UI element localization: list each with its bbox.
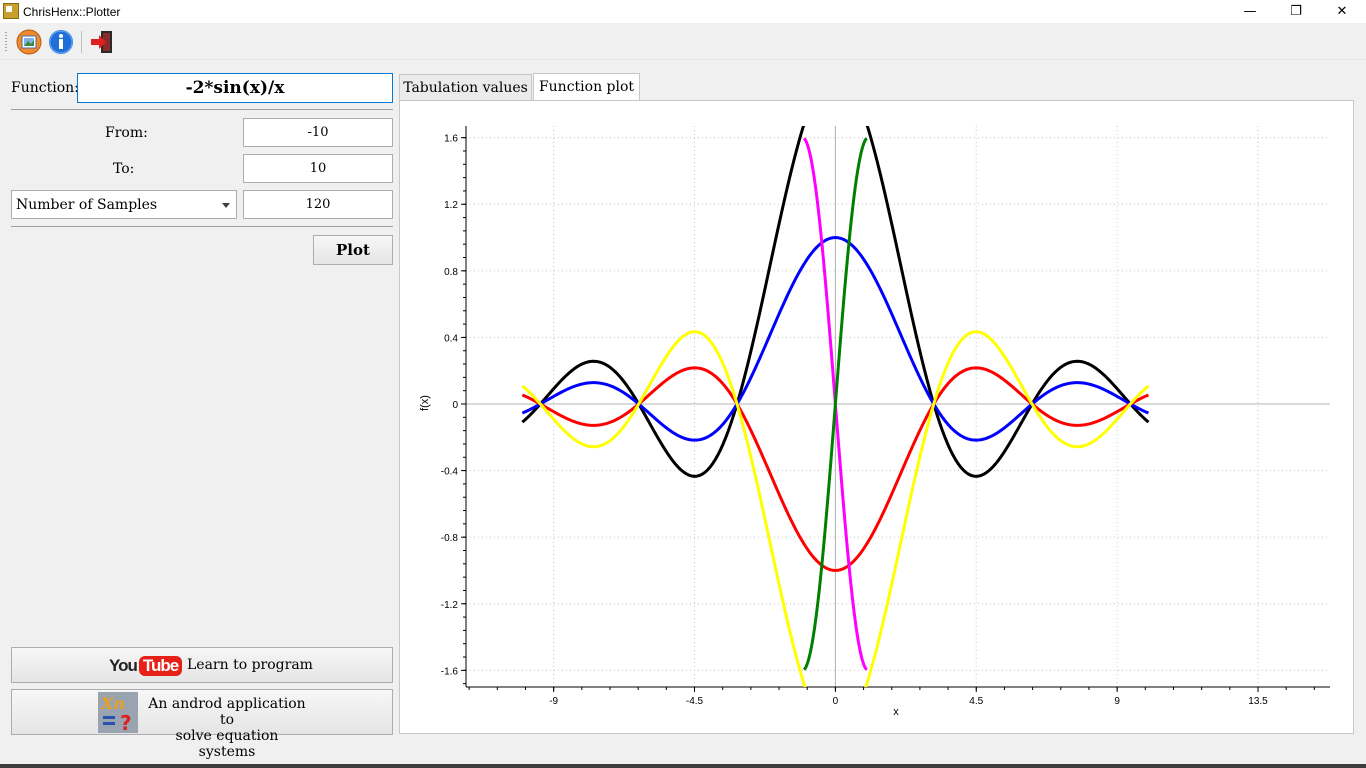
window-title: ChrisHenx::Plotter xyxy=(23,5,121,19)
android-app-label-line2: solve equation systems xyxy=(175,728,279,760)
x-tick-label: -9 xyxy=(549,696,558,707)
from-label: From: xyxy=(105,125,148,141)
y-tick-label: -0.8 xyxy=(441,533,459,544)
separator xyxy=(11,226,393,227)
tab-tabulation-values[interactable]: Tabulation values xyxy=(399,74,532,100)
taskbar-edge xyxy=(0,764,1366,768)
mode-select-value: Number of Samples xyxy=(16,196,158,213)
x-tick-label: -4.5 xyxy=(686,696,704,707)
y-tick-label: 0.4 xyxy=(444,333,458,344)
y-tick-label: 0.8 xyxy=(444,267,458,278)
function-input[interactable]: -2*sin(x)/x xyxy=(77,73,393,103)
function-plot-pane: -9 -4.5 0 4.5 9 13.5 1.6 1.2 0.8 0.4 0 -0.4 -0.8 -1.2… xyxy=(399,100,1354,734)
youtube-logo-icon: You Tube xyxy=(109,654,183,678)
y-tick-label: 1.2 xyxy=(444,200,458,211)
exit-icon[interactable] xyxy=(89,29,115,55)
minimize-button[interactable]: — xyxy=(1227,0,1273,23)
samples-input[interactable]: 120 xyxy=(243,190,393,219)
y-tick-label: -1.6 xyxy=(441,666,459,677)
youtube-logo-tube: Tube xyxy=(138,656,183,676)
toolbar-separator xyxy=(81,31,82,53)
mode-select[interactable]: Number of Samples xyxy=(11,190,237,219)
x-tick-label: 4.5 xyxy=(969,696,983,707)
image-icon[interactable] xyxy=(16,29,42,55)
android-app-label-line1: An androd application to xyxy=(148,696,306,728)
separator xyxy=(11,109,393,110)
close-button[interactable]: ✕ xyxy=(1319,0,1365,23)
y-tick-label: -1.2 xyxy=(441,600,459,611)
function-plot-chart[interactable]: -9 -4.5 0 4.5 9 13.5 1.6 1.2 0.8 0.4 0 -0.4 -0.8 -1.2… xyxy=(400,101,1353,733)
to-input[interactable]: 10 xyxy=(243,154,393,183)
equation-app-icon: Xn ? xyxy=(98,692,138,733)
y-tick-label: -0.4 xyxy=(441,467,459,478)
android-app-label: An androd application to solve equation … xyxy=(147,696,307,760)
app-icon xyxy=(3,3,19,19)
y-axis-label: f(x) xyxy=(419,395,431,411)
x-axis-label: x xyxy=(893,706,899,718)
title-bar: ChrisHenx::Plotter — ❐ ✕ xyxy=(0,0,1366,23)
info-icon[interactable] xyxy=(48,29,74,55)
x-tick-label: 9 xyxy=(1114,696,1120,707)
svg-text:?: ? xyxy=(120,711,132,733)
youtube-button[interactable]: You Tube Learn to program xyxy=(11,647,393,683)
from-input[interactable]: -10 xyxy=(243,118,393,147)
android-app-button[interactable]: Xn ? An androd application to solve equa… xyxy=(11,689,393,760)
to-label: To: xyxy=(113,161,135,177)
x-tick-label: 0 xyxy=(833,696,839,707)
plot-button[interactable]: Plot xyxy=(313,235,393,265)
tab-function-plot[interactable]: Function plot xyxy=(533,73,640,100)
y-tick-label: 1.6 xyxy=(444,134,458,145)
toolbar-grip[interactable] xyxy=(5,32,7,52)
function-label: Function: xyxy=(11,80,79,96)
x-tick-label: 13.5 xyxy=(1248,696,1268,707)
left-panel: Function: -2*sin(x)/x From: -10 To: 10 N… xyxy=(0,60,398,760)
maximize-button[interactable]: ❐ xyxy=(1273,0,1319,23)
toolbar xyxy=(0,23,1366,60)
chevron-down-icon xyxy=(222,203,230,208)
youtube-logo-text: You xyxy=(109,656,138,675)
y-tick-label: 0 xyxy=(452,400,458,411)
youtube-label: Learn to program xyxy=(187,657,313,673)
